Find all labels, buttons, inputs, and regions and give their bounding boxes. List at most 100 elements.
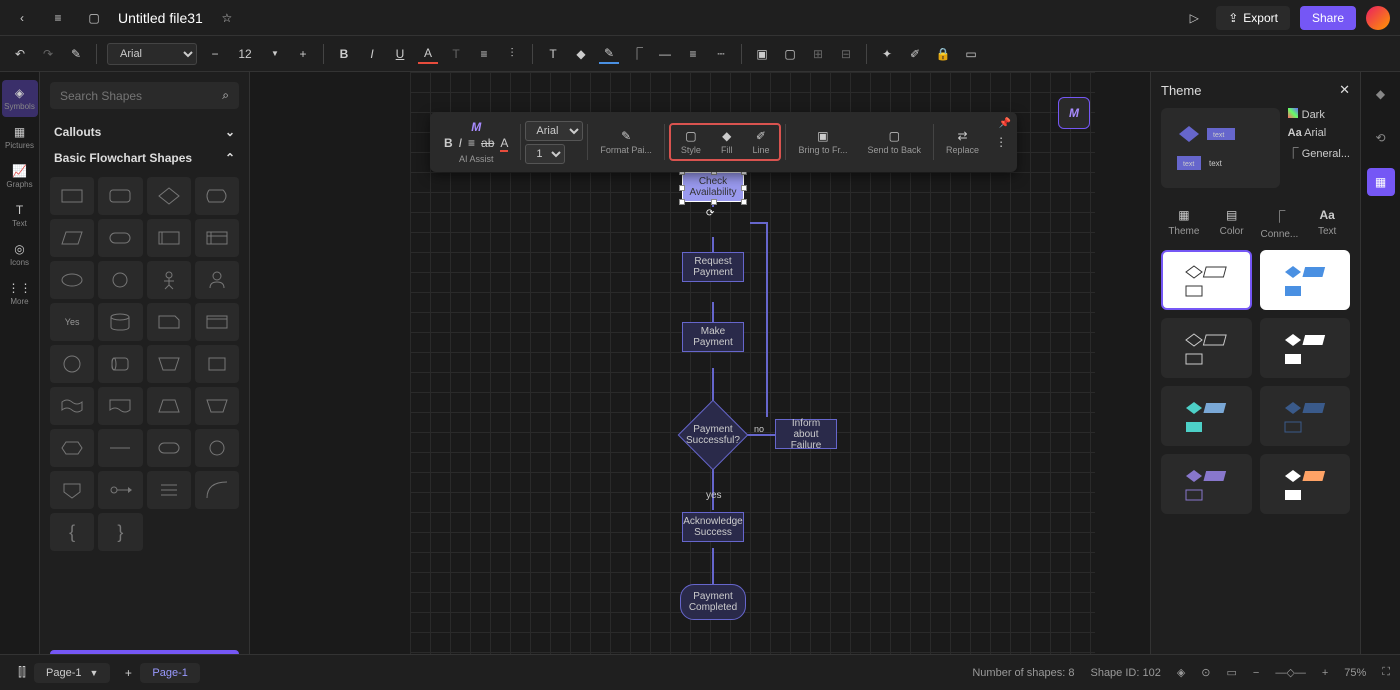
ungroup-icon[interactable]: ⊟	[836, 44, 856, 64]
undo-icon[interactable]: ↶	[10, 44, 30, 64]
line-style-icon[interactable]: —	[655, 44, 675, 64]
rnav-theme[interactable]: ▦	[1367, 168, 1395, 196]
connector-icon[interactable]: ⎾	[627, 44, 647, 64]
nav-pictures[interactable]: ▦Pictures	[2, 119, 38, 156]
shape-database[interactable]	[98, 303, 142, 341]
redo-icon[interactable]: ↷	[38, 44, 58, 64]
line-color-icon[interactable]: ✎	[599, 44, 619, 64]
edit-icon[interactable]: ✐	[905, 44, 925, 64]
play-icon[interactable]: ▷	[1182, 6, 1206, 30]
node-request-payment[interactable]: Request Payment	[682, 252, 744, 282]
italic-icon[interactable]: I	[459, 136, 462, 152]
section-basic-flowchart[interactable]: Basic Flowchart Shapes⌃	[50, 145, 239, 171]
align-icon[interactable]: ≡	[474, 44, 494, 64]
panel-toggle-icon[interactable]: ⫿⫿	[10, 661, 34, 685]
font-size-input[interactable]	[233, 47, 257, 61]
group-icon[interactable]: ⊞	[808, 44, 828, 64]
section-callouts[interactable]: Callouts⌄	[50, 119, 239, 145]
nav-graphs[interactable]: 📈Graphs	[2, 158, 38, 195]
container-icon[interactable]: ▭	[961, 44, 981, 64]
rnav-style[interactable]: ◆	[1367, 80, 1395, 108]
back-icon[interactable]: ‹	[10, 6, 34, 30]
shape-circle[interactable]	[50, 345, 94, 383]
zoom-in-icon[interactable]: +	[1322, 667, 1328, 679]
ft-send-back[interactable]: ▢Send to Back	[859, 127, 929, 157]
nav-text[interactable]: TText	[2, 197, 38, 234]
align-icon[interactable]: ≡	[468, 136, 475, 152]
size-minus-icon[interactable]: −	[205, 44, 225, 64]
page-tab-1[interactable]: Page-1	[140, 663, 199, 683]
theme-preset[interactable]	[1161, 454, 1252, 514]
more-icon[interactable]: ⋮	[991, 135, 1011, 149]
bold-icon[interactable]: B	[444, 136, 453, 152]
ai-assist-badge[interactable]: M	[1058, 97, 1090, 129]
edge[interactable]	[745, 434, 775, 436]
ft-style[interactable]: ▢Style	[673, 127, 709, 157]
font-color-icon[interactable]: A	[500, 136, 508, 152]
nav-icons[interactable]: ◎Icons	[2, 236, 38, 273]
tab-connector[interactable]: ⎾Conne...	[1257, 208, 1303, 240]
shape-cylinder-h[interactable]	[98, 345, 142, 383]
shape-internal-storage[interactable]	[195, 219, 239, 257]
layer-front-icon[interactable]: ▣	[752, 44, 772, 64]
shape-predefined[interactable]	[147, 219, 191, 257]
shape-ellipse[interactable]	[50, 261, 94, 299]
underline-icon[interactable]: U	[390, 44, 410, 64]
line-weight-icon[interactable]: ≡	[683, 44, 703, 64]
shape-wave[interactable]	[50, 387, 94, 425]
ft-bring-front[interactable]: ▣Bring to Fr...	[790, 127, 855, 157]
node-check-availability[interactable]: Check Availability	[682, 172, 744, 202]
shape-brace-right[interactable]: }	[98, 513, 142, 551]
theme-preset[interactable]	[1161, 386, 1252, 446]
search-shapes[interactable]: ⌕	[50, 82, 239, 109]
page-tab-dropdown[interactable]: Page-1▼	[34, 663, 110, 683]
bold-icon[interactable]: B	[334, 44, 354, 64]
theme-preset[interactable]	[1260, 454, 1351, 514]
shape-rectangle[interactable]	[50, 177, 94, 215]
shape-pentagon-down[interactable]	[50, 471, 94, 509]
book-icon[interactable]: ▭	[1227, 666, 1237, 679]
shape-list[interactable]	[147, 471, 191, 509]
strike-icon[interactable]: ab	[481, 136, 494, 152]
shape-terminator[interactable]	[98, 219, 142, 257]
ft-fill[interactable]: ◆Fill	[713, 127, 741, 157]
fullscreen-icon[interactable]: ⛶	[1382, 666, 1390, 679]
fill-color-icon[interactable]: ◆	[571, 44, 591, 64]
shape-brace-left[interactable]: {	[50, 513, 94, 551]
layers-icon[interactable]: ◈	[1177, 666, 1185, 679]
shape-parallelogram[interactable]	[50, 219, 94, 257]
shape-card[interactable]	[147, 303, 191, 341]
shape-diamond[interactable]	[147, 177, 191, 215]
ft-font-select[interactable]: Arial	[525, 121, 583, 141]
shape-arc[interactable]	[195, 471, 239, 509]
star-icon[interactable]: ☆	[215, 6, 239, 30]
menu-icon[interactable]: ≡	[46, 6, 70, 30]
file-title[interactable]: Untitled file31	[118, 10, 203, 26]
node-make-payment[interactable]: Make Payment	[682, 322, 744, 352]
shape-circle-small[interactable]	[98, 261, 142, 299]
shape-trapezoid[interactable]	[147, 387, 191, 425]
lock-icon[interactable]: 🔒	[933, 44, 953, 64]
theme-preset[interactable]	[1260, 250, 1351, 310]
rotate-handle-icon[interactable]: ⟳	[706, 208, 714, 219]
add-page-icon[interactable]: +	[116, 661, 140, 685]
size-plus-icon[interactable]: +	[293, 44, 313, 64]
line-dash-icon[interactable]: ┄	[711, 44, 731, 64]
shape-trapezoid2[interactable]	[195, 387, 239, 425]
theme-preset[interactable]	[1260, 386, 1351, 446]
shape-person[interactable]	[195, 261, 239, 299]
font-color-icon[interactable]: A	[418, 44, 438, 64]
edge[interactable]	[766, 222, 768, 417]
shape-hexagon[interactable]	[50, 429, 94, 467]
export-button[interactable]: ⇪Export	[1216, 6, 1290, 30]
zoom-level[interactable]: 75%	[1344, 667, 1366, 679]
ft-line[interactable]: ✐Line	[744, 127, 777, 157]
shape-stadium[interactable]	[147, 429, 191, 467]
shape-manual-op[interactable]	[147, 345, 191, 383]
italic-icon[interactable]: I	[362, 44, 382, 64]
pin-icon[interactable]: 📌	[999, 118, 1011, 129]
nav-symbols[interactable]: ◈Symbols	[2, 80, 38, 117]
shape-line[interactable]	[98, 429, 142, 467]
theme-preset[interactable]	[1260, 318, 1351, 378]
theme-preset[interactable]	[1161, 250, 1252, 310]
